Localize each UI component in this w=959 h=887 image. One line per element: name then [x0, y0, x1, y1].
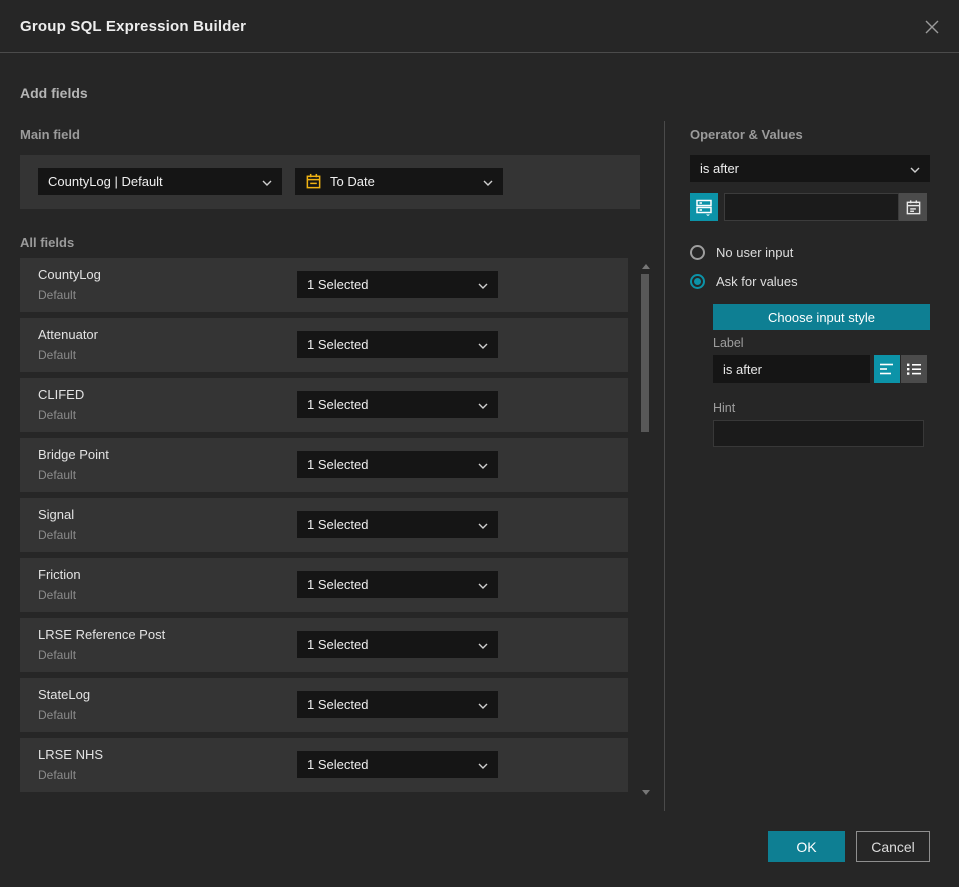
field-row: Friction Default 1 Selected — [20, 558, 628, 612]
all-fields-list: CountyLog Default 1 Selected Attenuator … — [20, 258, 628, 798]
chevron-down-icon — [478, 457, 488, 472]
calendar-icon — [905, 199, 922, 216]
radio-selected-icon — [690, 274, 705, 289]
chevron-down-icon — [478, 277, 488, 292]
field-name: CLIFED — [38, 387, 85, 402]
values-list-button[interactable] — [690, 193, 718, 221]
field-values-dropdown-value: 1 Selected — [307, 697, 369, 712]
ok-button[interactable]: OK — [768, 831, 845, 862]
field-row: CLIFED Default 1 Selected — [20, 378, 628, 432]
field-subtitle: Default — [38, 408, 77, 422]
label-input[interactable] — [713, 355, 870, 383]
chevron-down-icon — [478, 517, 488, 532]
all-fields-heading: All fields — [20, 235, 75, 250]
dialog-titlebar: Group SQL Expression Builder — [0, 0, 959, 53]
cancel-button[interactable]: Cancel — [856, 831, 930, 862]
field-values-dropdown[interactable]: 1 Selected — [297, 331, 498, 358]
list-input-style-toggle[interactable] — [901, 355, 927, 383]
scrollbar-up-arrow[interactable] — [642, 264, 650, 269]
field-subtitle: Default — [38, 348, 77, 362]
field-subtitle: Default — [38, 468, 77, 482]
chevron-down-icon — [910, 161, 920, 176]
field-values-dropdown-value: 1 Selected — [307, 277, 369, 292]
field-name: LRSE Reference Post — [38, 627, 166, 642]
radio-circle-icon — [690, 245, 705, 260]
field-values-dropdown[interactable]: 1 Selected — [297, 571, 498, 598]
hint-input[interactable] — [713, 420, 924, 447]
radio-ask-for-values[interactable]: Ask for values — [690, 274, 798, 289]
operator-dropdown[interactable]: is after — [690, 155, 930, 182]
field-values-dropdown-value: 1 Selected — [307, 637, 369, 652]
chevron-down-icon — [478, 637, 488, 652]
field-subtitle: Default — [38, 648, 77, 662]
field-row: StateLog Default 1 Selected — [20, 678, 628, 732]
main-field-heading: Main field — [20, 127, 80, 142]
field-subtitle: Default — [38, 588, 77, 602]
field-values-dropdown-value: 1 Selected — [307, 397, 369, 412]
field-name: StateLog — [38, 687, 91, 702]
single-input-style-toggle[interactable] — [874, 355, 900, 383]
field-row: Attenuator Default 1 Selected — [20, 318, 628, 372]
field-values-dropdown-value: 1 Selected — [307, 577, 369, 592]
field-values-dropdown-value: 1 Selected — [307, 757, 369, 772]
main-field-band: CountyLog | Default To Date — [20, 155, 640, 209]
field-values-dropdown[interactable]: 1 Selected — [297, 691, 498, 718]
operator-dropdown-value: is after — [700, 161, 740, 176]
choose-input-style-button[interactable]: Choose input style — [713, 304, 930, 330]
field-values-dropdown[interactable]: 1 Selected — [297, 631, 498, 658]
field-values-dropdown[interactable]: 1 Selected — [297, 511, 498, 538]
main-field-type-value: To Date — [330, 174, 375, 189]
chevron-down-icon — [478, 397, 488, 412]
field-subtitle: Default — [38, 288, 77, 302]
align-left-icon — [879, 362, 895, 376]
field-row: CountyLog Default 1 Selected — [20, 258, 628, 312]
field-values-dropdown-value: 1 Selected — [307, 517, 369, 532]
radio-no-user-input-label: No user input — [716, 245, 794, 260]
field-values-dropdown-value: 1 Selected — [307, 337, 369, 352]
date-calendar-icon — [305, 173, 322, 190]
field-subtitle: Default — [38, 768, 77, 782]
value-input[interactable] — [724, 193, 899, 221]
field-name: Signal — [38, 507, 75, 522]
values-list-icon — [695, 198, 713, 216]
field-name: LRSE NHS — [38, 747, 104, 762]
calendar-picker-button[interactable] — [899, 193, 927, 221]
operator-values-heading: Operator & Values — [690, 127, 803, 142]
chevron-down-icon — [478, 577, 488, 592]
add-fields-heading: Add fields — [20, 85, 88, 101]
hint-caption: Hint — [713, 401, 736, 415]
field-subtitle: Default — [38, 708, 77, 722]
chevron-down-icon — [262, 174, 272, 189]
main-field-type-dropdown[interactable]: To Date — [295, 168, 503, 195]
field-values-dropdown[interactable]: 1 Selected — [297, 391, 498, 418]
field-row: Bridge Point Default 1 Selected — [20, 438, 628, 492]
field-name: Friction — [38, 567, 81, 582]
radio-ask-for-values-label: Ask for values — [716, 274, 798, 289]
bulleted-list-icon — [906, 362, 922, 376]
scrollbar-down-arrow[interactable] — [642, 790, 650, 795]
field-values-dropdown[interactable]: 1 Selected — [297, 751, 498, 778]
main-field-dropdown[interactable]: CountyLog | Default — [38, 168, 282, 195]
field-values-dropdown[interactable]: 1 Selected — [297, 451, 498, 478]
panel-divider — [664, 121, 665, 811]
field-row: Signal Default 1 Selected — [20, 498, 628, 552]
chevron-down-icon — [478, 757, 488, 772]
field-values-dropdown-value: 1 Selected — [307, 457, 369, 472]
field-name: CountyLog — [38, 267, 101, 282]
dialog-title: Group SQL Expression Builder — [20, 17, 247, 35]
main-field-dropdown-value: CountyLog | Default — [48, 174, 163, 189]
radio-no-user-input[interactable]: No user input — [690, 245, 793, 260]
chevron-down-icon — [478, 697, 488, 712]
field-values-dropdown[interactable]: 1 Selected — [297, 271, 498, 298]
label-caption: Label — [713, 336, 744, 350]
field-row: LRSE NHS Default 1 Selected — [20, 738, 628, 792]
close-icon[interactable] — [919, 14, 945, 40]
chevron-down-icon — [478, 337, 488, 352]
field-row: LRSE Reference Post Default 1 Selected — [20, 618, 628, 672]
scrollbar-thumb[interactable] — [641, 274, 649, 432]
chevron-down-icon — [483, 174, 493, 189]
field-name: Bridge Point — [38, 447, 109, 462]
field-subtitle: Default — [38, 528, 77, 542]
field-name: Attenuator — [38, 327, 98, 342]
